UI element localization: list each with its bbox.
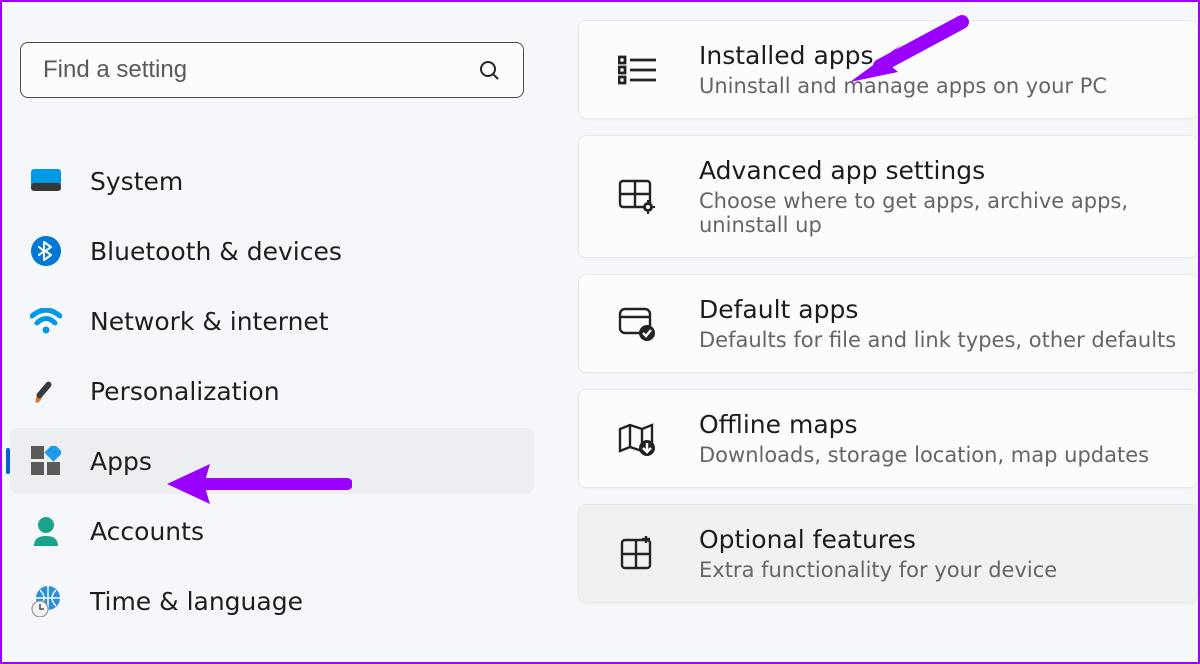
- map-download-icon: [615, 417, 659, 461]
- window-check-icon: [615, 302, 659, 346]
- search-container: [20, 42, 524, 98]
- card-default-apps[interactable]: Default apps Defaults for file and link …: [578, 274, 1198, 373]
- card-texts: Installed apps Uninstall and manage apps…: [699, 41, 1107, 98]
- card-texts: Default apps Defaults for file and link …: [699, 295, 1176, 352]
- card-offline-maps[interactable]: Offline maps Downloads, storage location…: [578, 389, 1198, 488]
- sidebar-item-network[interactable]: Network & internet: [10, 288, 534, 354]
- sidebar-item-label: Accounts: [90, 517, 204, 546]
- sidebar-item-apps[interactable]: Apps: [10, 428, 534, 494]
- sidebar-item-label: Time & language: [90, 587, 303, 616]
- card-title: Offline maps: [699, 410, 1149, 439]
- card-subtitle: Choose where to get apps, archive apps, …: [699, 189, 1197, 237]
- card-installed-apps[interactable]: Installed apps Uninstall and manage apps…: [578, 20, 1198, 119]
- list-icon: [615, 48, 659, 92]
- sidebar-item-label: Apps: [90, 447, 152, 476]
- card-subtitle: Downloads, storage location, map updates: [699, 443, 1149, 467]
- sidebar-item-label: Bluetooth & devices: [90, 237, 342, 266]
- apps-icon: [30, 445, 62, 477]
- card-subtitle: Uninstall and manage apps on your PC: [699, 74, 1107, 98]
- card-optional-features[interactable]: Optional features Extra functionality fo…: [578, 504, 1198, 603]
- search-icon: [477, 58, 501, 82]
- globe-clock-icon: [30, 585, 62, 617]
- card-title: Advanced app settings: [699, 156, 1197, 185]
- sidebar-item-label: Network & internet: [90, 307, 329, 336]
- card-texts: Offline maps Downloads, storage location…: [699, 410, 1149, 467]
- sidebar-nav: System Bluetooth & devices Network & int…: [2, 148, 542, 634]
- apps-content: Installed apps Uninstall and manage apps…: [542, 2, 1198, 662]
- apps-plus-icon: [615, 532, 659, 576]
- settings-sidebar: System Bluetooth & devices Network & int…: [2, 2, 542, 662]
- card-title: Default apps: [699, 295, 1176, 324]
- card-advanced-app-settings[interactable]: Advanced app settings Choose where to ge…: [578, 135, 1198, 258]
- wifi-icon: [30, 305, 62, 337]
- card-subtitle: Defaults for file and link types, other …: [699, 328, 1176, 352]
- system-icon: [30, 165, 62, 197]
- card-texts: Advanced app settings Choose where to ge…: [699, 156, 1197, 237]
- sidebar-item-label: Personalization: [90, 377, 280, 406]
- card-title: Optional features: [699, 525, 1057, 554]
- sidebar-item-system[interactable]: System: [10, 148, 534, 214]
- card-title: Installed apps: [699, 41, 1107, 70]
- brush-icon: [30, 375, 62, 407]
- accounts-icon: [30, 515, 62, 547]
- sidebar-item-personalization[interactable]: Personalization: [10, 358, 534, 424]
- sidebar-item-bluetooth[interactable]: Bluetooth & devices: [10, 218, 534, 284]
- bluetooth-icon: [30, 235, 62, 267]
- card-subtitle: Extra functionality for your device: [699, 558, 1057, 582]
- sidebar-item-time-language[interactable]: Time & language: [10, 568, 534, 634]
- search-input[interactable]: [43, 56, 477, 84]
- card-texts: Optional features Extra functionality fo…: [699, 525, 1057, 582]
- sidebar-item-accounts[interactable]: Accounts: [10, 498, 534, 564]
- apps-gear-icon: [615, 175, 659, 219]
- sidebar-item-label: System: [90, 167, 183, 196]
